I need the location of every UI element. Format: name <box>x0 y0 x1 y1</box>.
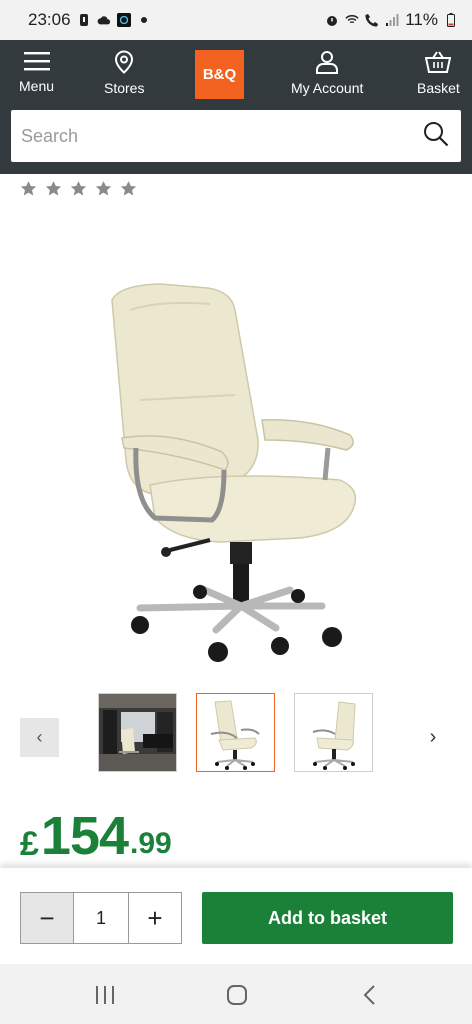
dot-icon <box>137 13 151 27</box>
location-pin-icon <box>115 50 134 74</box>
product-image[interactable] <box>100 270 380 670</box>
call-icon <box>365 13 379 27</box>
price-currency: £ <box>20 825 39 863</box>
hamburger-icon <box>23 52 50 71</box>
search-icon <box>424 121 449 146</box>
star-icon <box>95 181 112 196</box>
system-nav-bar <box>0 964 472 1024</box>
battery-icon <box>444 13 458 27</box>
chevron-right-icon: › <box>429 725 437 748</box>
wifi-calling-icon <box>345 13 359 27</box>
app-icon <box>116 13 131 27</box>
recent-apps-button[interactable] <box>92 982 118 1008</box>
status-left: 23:06 <box>28 10 151 30</box>
logo-text: B&Q <box>202 66 237 83</box>
product-price: £ 154 .99 <box>20 808 172 864</box>
plus-icon: + <box>147 902 163 933</box>
my-account-button[interactable]: My Account <box>291 50 363 96</box>
thumbnail-3[interactable] <box>294 693 373 772</box>
star-icon <box>120 181 137 196</box>
menu-button[interactable]: Menu <box>19 50 54 94</box>
home-button[interactable] <box>224 982 250 1008</box>
price-main: 154 <box>40 806 129 866</box>
minus-icon: − <box>39 902 55 933</box>
star-icon <box>20 181 37 196</box>
status-bar: 23:06 11% <box>0 0 472 40</box>
status-time: 23:06 <box>28 10 71 29</box>
stores-label: Stores <box>104 80 145 96</box>
user-icon <box>316 51 339 74</box>
recent-apps-icon <box>96 986 114 1004</box>
bq-logo[interactable]: B&Q <box>195 50 244 99</box>
price-decimal: .99 <box>130 827 172 860</box>
status-right: 11% <box>325 10 458 30</box>
search-button[interactable] <box>423 121 449 152</box>
office-chair-image <box>111 283 357 662</box>
my-account-label: My Account <box>291 80 364 96</box>
chair-front-thumbnail <box>210 700 260 770</box>
menu-label: Menu <box>19 78 55 94</box>
star-rating <box>20 180 137 197</box>
stores-button[interactable]: Stores <box>104 50 144 96</box>
notification-icon <box>77 13 91 27</box>
increase-quantity-button[interactable]: + <box>128 893 181 943</box>
quantity-value[interactable]: 1 <box>74 893 128 943</box>
decrease-quantity-button[interactable]: − <box>21 893 74 943</box>
signal-icon <box>385 13 399 27</box>
site-header: Menu Stores B&Q My Account Basket Search <box>0 40 472 174</box>
product-page: 23:06 11% Menu Stores B&Q My Account Bas… <box>0 0 472 1024</box>
chair-side-thumbnail <box>312 701 356 770</box>
office-scene-thumbnail <box>99 694 176 771</box>
thumbnail-1[interactable] <box>98 693 177 772</box>
search-input[interactable] <box>21 125 423 147</box>
battery-percent: 11% <box>405 10 438 29</box>
quantity-stepper: − 1 + <box>20 892 182 944</box>
back-button[interactable] <box>357 982 383 1008</box>
buy-bar: − 1 + Add to basket <box>0 868 472 964</box>
basket-label: Basket <box>417 80 460 96</box>
add-to-basket-button[interactable]: Add to basket <box>202 892 453 944</box>
search-bar <box>11 110 461 162</box>
carousel-next-button[interactable]: › <box>420 722 446 752</box>
nav-row: Menu Stores B&Q My Account Basket <box>0 40 472 108</box>
chevron-left-icon: ‹ <box>36 727 43 747</box>
basket-button[interactable]: Basket <box>417 50 460 96</box>
cloud-icon <box>97 13 111 27</box>
thumbnail-2[interactable] <box>196 693 275 772</box>
basket-icon <box>425 51 452 73</box>
alarm-icon <box>325 13 339 27</box>
star-icon <box>70 181 87 196</box>
home-icon <box>227 985 247 1005</box>
star-icon <box>45 181 62 196</box>
carousel-prev-button[interactable]: ‹ <box>20 718 59 757</box>
back-icon <box>363 985 375 1005</box>
